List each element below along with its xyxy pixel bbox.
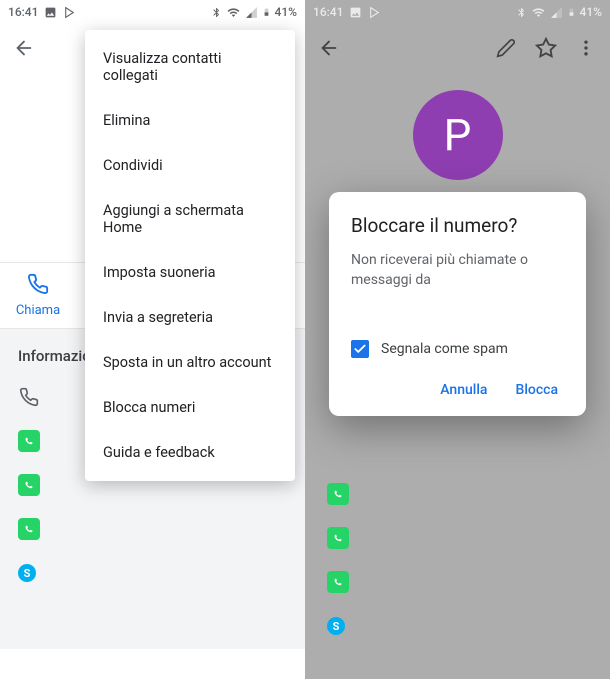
menu-add-to-home[interactable]: Aggiungi a schermata Home: [85, 188, 295, 250]
menu-block-numbers[interactable]: Blocca numeri: [85, 385, 295, 430]
wifi-icon: [226, 6, 241, 19]
menu-move-account[interactable]: Sposta in un altro account: [85, 340, 295, 385]
star-icon[interactable]: [534, 36, 558, 60]
right-contact-list: S: [305, 472, 610, 648]
bluetooth-icon: [211, 6, 222, 19]
status-time: 16:41: [8, 5, 38, 19]
image-icon: [44, 6, 57, 19]
bluetooth-icon: [516, 6, 527, 19]
whatsapp-icon: [327, 571, 349, 593]
skype-row[interactable]: S: [305, 604, 610, 648]
whatsapp-icon: [327, 483, 349, 505]
cancel-button[interactable]: Annulla: [440, 382, 487, 398]
signal-icon: [550, 6, 563, 19]
right-screenshot: 16:41: [305, 0, 610, 679]
status-bar: 16:41: [305, 0, 610, 24]
call-action[interactable]: Chiama: [0, 273, 76, 318]
whatsapp-icon: [18, 474, 40, 496]
menu-help-feedback[interactable]: Guida e feedback: [85, 430, 295, 475]
menu-delete[interactable]: Elimina: [85, 98, 295, 143]
call-label: Chiama: [0, 303, 76, 318]
whatsapp-row[interactable]: [305, 472, 610, 516]
whatsapp-row[interactable]: [305, 516, 610, 560]
wifi-icon: [531, 6, 546, 19]
status-battery-pct: 41%: [275, 5, 297, 19]
whatsapp-icon: [18, 518, 40, 540]
overflow-menu: Visualizza contatti collegati Elimina Co…: [85, 30, 295, 481]
battery-icon: [567, 5, 576, 19]
menu-share[interactable]: Condividi: [85, 143, 295, 188]
whatsapp-icon: [18, 430, 40, 452]
back-icon[interactable]: [317, 36, 341, 60]
battery-icon: [262, 5, 271, 19]
report-spam-checkbox-row[interactable]: Segnala come spam: [351, 340, 564, 358]
signal-icon: [245, 6, 258, 19]
menu-send-to-voicemail[interactable]: Invia a segreteria: [85, 295, 295, 340]
whatsapp-row[interactable]: [305, 560, 610, 604]
toolbar: [305, 24, 610, 72]
left-screenshot: 16:41 41%: [0, 0, 305, 679]
whatsapp-row[interactable]: [0, 507, 305, 551]
skype-row[interactable]: S: [0, 551, 305, 595]
dialog-title: Bloccare il numero?: [351, 214, 564, 237]
phone-icon: [18, 386, 40, 408]
block-button[interactable]: Blocca: [515, 382, 558, 398]
status-bar: 16:41 41%: [0, 0, 305, 24]
overflow-icon[interactable]: [574, 36, 598, 60]
block-number-dialog: Bloccare il numero? Non riceverai più ch…: [329, 192, 586, 416]
avatar-initial: P: [444, 109, 472, 161]
dialog-actions: Annulla Blocca: [351, 378, 564, 404]
status-battery-pct: 41%: [580, 5, 602, 19]
checkbox-label: Segnala come spam: [381, 341, 508, 357]
play-icon: [63, 6, 76, 19]
image-icon: [349, 6, 362, 19]
whatsapp-icon: [327, 527, 349, 549]
back-icon[interactable]: [12, 36, 36, 60]
skype-icon: S: [327, 617, 345, 635]
dialog-body: Non riceverai più chiamate o messaggi da: [351, 251, 564, 290]
menu-view-linked-contacts[interactable]: Visualizza contatti collegati: [85, 36, 295, 98]
skype-icon: S: [18, 564, 36, 582]
play-icon: [368, 6, 381, 19]
menu-set-ringtone[interactable]: Imposta suoneria: [85, 250, 295, 295]
edit-icon[interactable]: [494, 36, 518, 60]
avatar: P: [413, 90, 503, 180]
checkbox-checked-icon[interactable]: [351, 340, 369, 358]
status-time: 16:41: [313, 5, 343, 19]
